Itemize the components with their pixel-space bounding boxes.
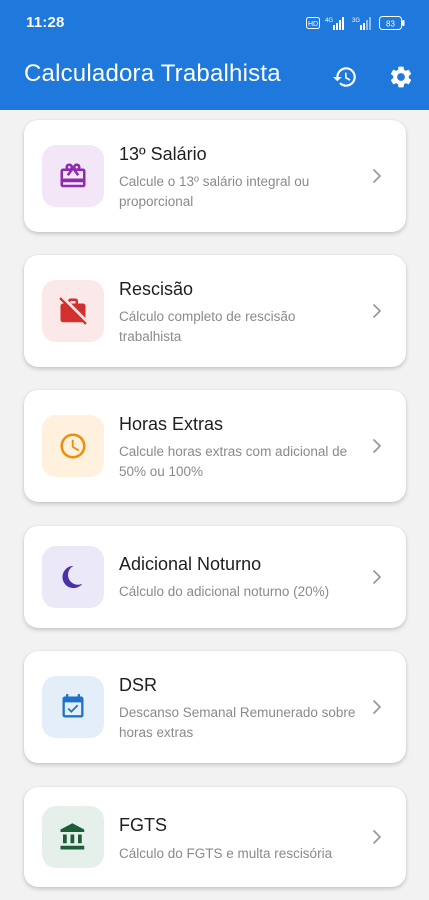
card-horas-extras[interactable]: Horas Extras Calcule horas extras com ad… (24, 390, 406, 502)
chevron-right-icon (373, 304, 381, 318)
card-description: Cálculo do adicional noturno (20%) (119, 584, 330, 599)
card-dsr[interactable]: DSR Descanso Semanal Remunerado sobre ho… (24, 651, 406, 763)
settings-button[interactable] (384, 60, 418, 94)
history-button[interactable] (328, 60, 362, 94)
tile-13-salario (42, 145, 104, 207)
status-icons: HD 4G 3G 83 (306, 15, 405, 31)
moon-icon (62, 565, 83, 589)
card-13-salario[interactable]: 13º Salário Calcule o 13º salário integr… (24, 120, 406, 232)
calendar-check-icon (62, 694, 84, 718)
card-rescisao[interactable]: Rescisão Cálculo completo de rescisão tr… (24, 255, 406, 367)
chevron-right-icon (373, 700, 381, 714)
card-title: Rescisão (119, 279, 194, 299)
app-bar: 11:28 HD 4G 3G 83 Calculadora Trabalhist… (0, 0, 429, 110)
chevron-right-icon (373, 439, 381, 453)
chevron-right-icon (373, 169, 381, 183)
app-title: Calculadora Trabalhista (24, 60, 281, 87)
tile-horas-extras (42, 415, 104, 477)
card-title: Adicional Noturno (119, 554, 262, 574)
signal-4g-icon: 4G (325, 17, 344, 30)
card-description: Cálculo do FGTS e multa rescisória (119, 846, 333, 861)
svg-text:3G: 3G (352, 18, 360, 24)
status-time: 11:28 (26, 14, 65, 31)
card-description: Cálculo completo de rescisão trabalhista (119, 309, 296, 344)
signal-3g-icon: 3G (352, 17, 371, 30)
svg-text:4G: 4G (325, 18, 333, 24)
status-bar: 11:28 HD 4G 3G 83 (0, 0, 429, 48)
tile-fgts (42, 806, 104, 868)
card-title: 13º Salário (119, 144, 207, 164)
gear-icon (390, 66, 412, 88)
card-title: DSR (119, 675, 158, 695)
svg-text:HD: HD (308, 21, 318, 28)
card-fgts[interactable]: FGTS Cálculo do FGTS e multa rescisória (24, 787, 406, 887)
tile-adicional-noturno (42, 546, 104, 608)
card-title: Horas Extras (119, 414, 224, 434)
svg-text:83: 83 (386, 20, 395, 29)
card-title: FGTS (119, 815, 167, 835)
briefcase-off-icon (59, 297, 87, 325)
bank-icon (60, 823, 85, 850)
gift-icon (60, 163, 86, 188)
history-icon (333, 67, 356, 87)
chevron-right-icon (373, 830, 381, 844)
battery-icon: 83 (379, 16, 405, 30)
hd-icon: HD (306, 17, 320, 29)
card-description: Calcule horas extras com adicional de 50… (119, 444, 348, 479)
card-description: Descanso Semanal Remunerado sobre horas … (119, 705, 356, 740)
chevron-right-icon (373, 570, 381, 584)
card-adicional-noturno[interactable]: Adicional Noturno Cálculo do adicional n… (24, 526, 406, 628)
tile-dsr (42, 676, 104, 738)
clock-icon (60, 433, 86, 459)
tile-rescisao (42, 280, 104, 342)
card-description: Calcule o 13º salário integral ou propor… (119, 174, 310, 209)
